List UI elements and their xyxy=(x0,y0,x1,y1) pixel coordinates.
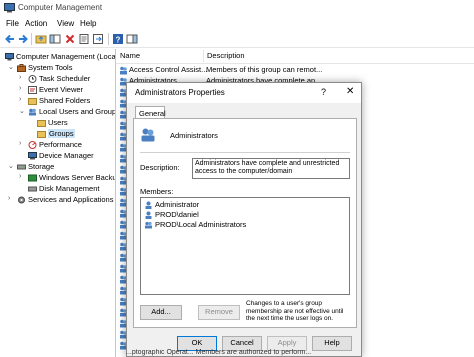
member-name: PROD\Local Administrators xyxy=(155,220,247,229)
tree-item-label: Storage xyxy=(28,162,55,171)
storage-icon xyxy=(17,164,26,170)
tree-item-label: System Tools xyxy=(28,63,73,72)
menu-view[interactable]: View xyxy=(57,19,74,28)
toolbar-separator xyxy=(31,33,32,45)
toolbar-separator xyxy=(108,33,109,45)
tree-item-label: Windows Server Backup xyxy=(39,173,116,182)
list-item-partial: ...ptographic Operat... Members are auth… xyxy=(126,349,312,356)
shared-folder-icon xyxy=(28,98,37,105)
administrators-properties-dialog: Administrators Properties ? ✕ General Ad… xyxy=(126,82,362,357)
clock-icon xyxy=(28,75,37,83)
tree-item-label: Groups xyxy=(48,129,75,138)
export-list-icon[interactable] xyxy=(92,33,104,45)
help-icon[interactable]: ? xyxy=(112,33,124,45)
computer-management-icon xyxy=(4,3,15,13)
member-name: PROD\daniel xyxy=(155,210,199,219)
close-icon[interactable]: ✕ xyxy=(346,86,354,97)
backup-icon xyxy=(28,174,37,182)
chevron-right-icon[interactable]: › xyxy=(19,140,21,147)
group-description: Members of this group can remot... xyxy=(206,65,323,74)
delete-icon[interactable] xyxy=(64,33,76,45)
user-icon xyxy=(145,201,152,209)
back-arrow-icon[interactable] xyxy=(4,33,16,45)
svg-text:?: ? xyxy=(116,36,121,45)
group-name-value: Administrators xyxy=(170,131,218,140)
description-label: Description: xyxy=(140,163,180,172)
column-header-name[interactable]: Name xyxy=(120,51,140,60)
column-divider[interactable] xyxy=(203,50,204,62)
computer-management-icon xyxy=(5,53,14,61)
chevron-right-icon[interactable]: › xyxy=(19,85,21,92)
remove-button[interactable]: Remove xyxy=(198,305,240,320)
dialog-help-button[interactable]: ? xyxy=(321,87,326,97)
toolbox-icon xyxy=(17,64,26,72)
member-name: Administrator xyxy=(155,200,200,209)
column-header-description[interactable]: Description xyxy=(207,51,245,60)
services-icon xyxy=(18,196,25,204)
tree-item-label: Performance xyxy=(39,140,82,149)
members-label: Members: xyxy=(140,187,174,196)
menu-bar: File Action View Help xyxy=(0,17,474,31)
tab-label: General xyxy=(139,109,166,118)
tree-item-label: Task Scheduler xyxy=(39,74,91,83)
window-title: Computer Management xyxy=(18,3,103,12)
show-hide-tree-icon[interactable] xyxy=(49,33,61,45)
chevron-right-icon[interactable]: › xyxy=(19,74,21,81)
chevron-down-icon[interactable]: ⌄ xyxy=(19,107,25,115)
tree-item-label: Device Manager xyxy=(39,151,94,160)
list-item[interactable]: Access Control Assist... Members of this… xyxy=(116,65,474,76)
membership-note: Changes to a user's group membership are… xyxy=(246,300,344,322)
chevron-right-icon[interactable]: › xyxy=(8,195,10,202)
folder-icon xyxy=(37,120,46,127)
add-button[interactable]: Add... xyxy=(140,305,182,320)
members-list[interactable]: Administrator PROD\daniel PROD\Local Adm… xyxy=(140,197,350,295)
disk-icon xyxy=(28,186,37,192)
menu-help[interactable]: Help xyxy=(80,19,96,28)
divider xyxy=(140,152,350,153)
folder-icon xyxy=(37,131,46,138)
tree-item-label: Disk Management xyxy=(39,184,100,193)
chevron-right-icon[interactable]: › xyxy=(19,173,21,180)
console-tree: Computer Management (Local ⌄ System Tool… xyxy=(0,49,116,357)
user-icon xyxy=(145,211,152,219)
group-icon xyxy=(120,66,127,75)
description-field[interactable]: Administrators have complete and unrestr… xyxy=(192,158,350,179)
group-name: Access Control Assist... xyxy=(129,65,208,74)
chevron-down-icon[interactable]: ⌄ xyxy=(8,63,14,71)
tree-item-label: Computer Management (Local xyxy=(16,52,116,61)
forward-arrow-icon[interactable] xyxy=(17,33,29,45)
general-tab-panel: Administrators Description: Administrato… xyxy=(133,118,357,328)
performance-icon xyxy=(28,141,37,149)
menu-file[interactable]: File xyxy=(6,19,19,28)
users-icon xyxy=(29,108,36,116)
device-manager-icon xyxy=(28,152,37,160)
properties-icon[interactable] xyxy=(78,33,90,45)
group-icon xyxy=(141,128,155,142)
tree-item-label: Local Users and Groups xyxy=(39,107,116,116)
tree-item-label: Services and Applications xyxy=(28,195,114,204)
up-folder-icon[interactable] xyxy=(35,33,47,45)
tree-item-label: Event Viewer xyxy=(39,85,84,94)
tree-item-label: Users xyxy=(48,118,68,127)
tree-item-label: Shared Folders xyxy=(39,96,91,105)
menu-action[interactable]: Action xyxy=(25,19,47,28)
dialog-titlebar: Administrators Properties ? ✕ xyxy=(127,83,361,103)
action-pane-icon[interactable] xyxy=(126,33,138,45)
list-header: Name Description xyxy=(116,49,474,64)
window-titlebar: Computer Management xyxy=(0,0,474,17)
chevron-right-icon[interactable]: › xyxy=(19,96,21,103)
dialog-title: Administrators Properties xyxy=(135,88,225,97)
toolbar: ? xyxy=(0,31,474,48)
group-icon xyxy=(145,221,152,229)
chevron-down-icon[interactable]: ⌄ xyxy=(8,162,14,170)
description-value: Administrators have complete and unrestr… xyxy=(195,160,340,175)
event-viewer-icon xyxy=(28,86,37,94)
